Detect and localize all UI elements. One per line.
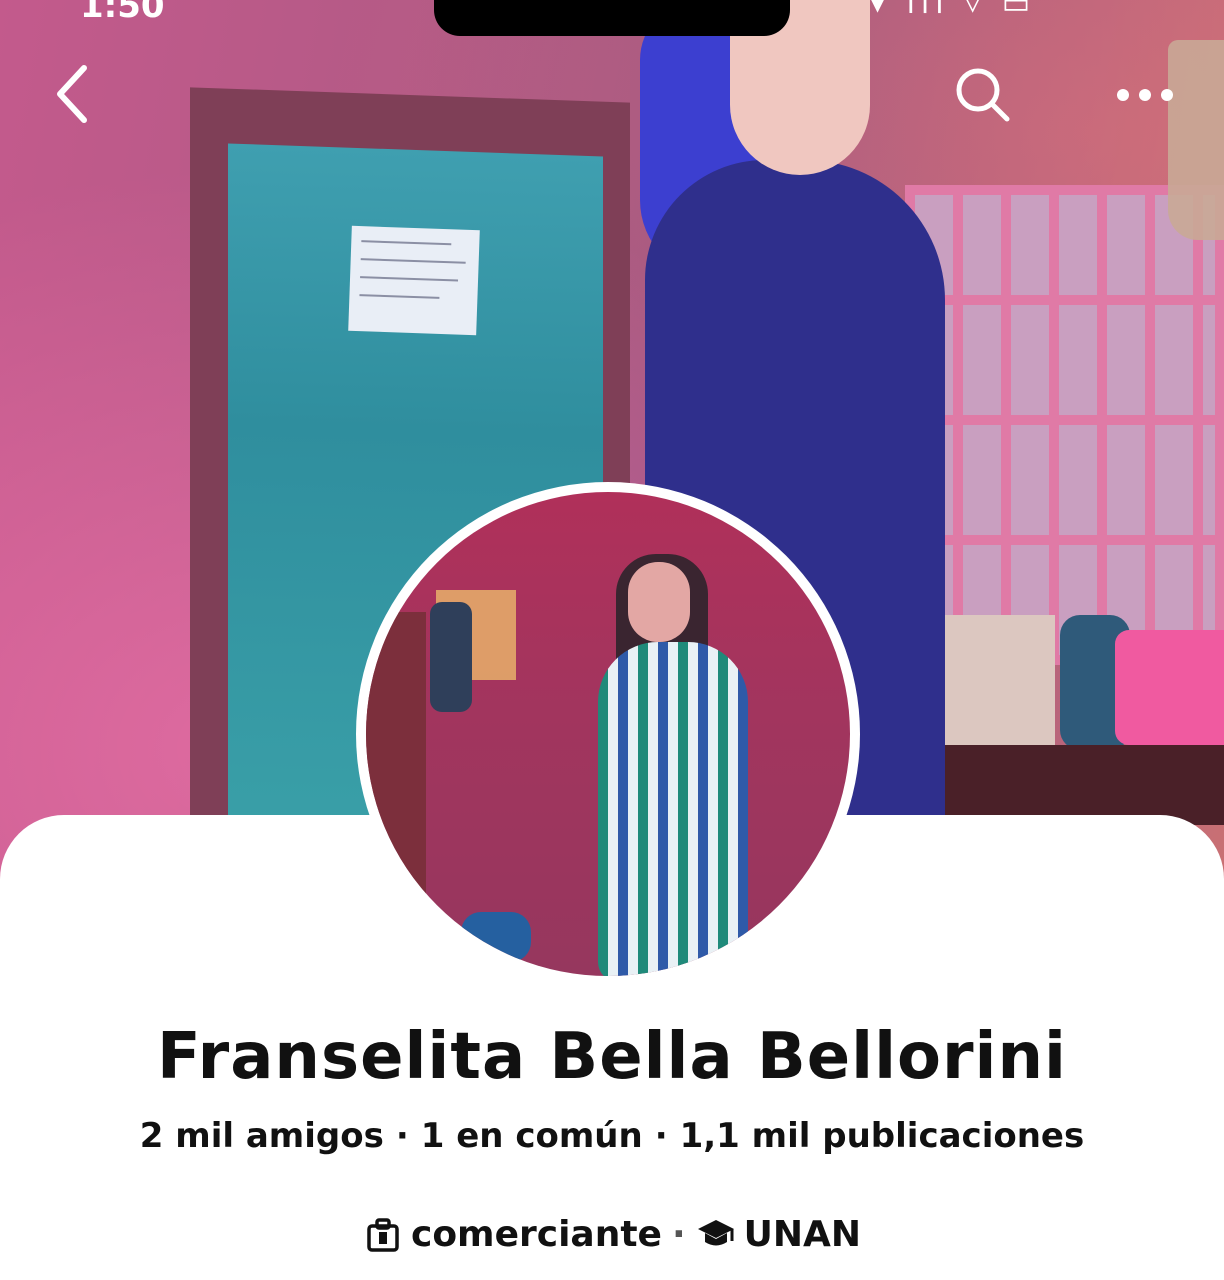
cover-door-note — [348, 225, 480, 336]
stats-separator: · — [654, 1116, 668, 1156]
profile-avatar[interactable] — [356, 482, 860, 986]
mutual-friends-link[interactable]: 1 en común — [421, 1116, 643, 1156]
more-options-button[interactable] — [1100, 60, 1190, 130]
stats-separator: · — [395, 1116, 409, 1156]
graduation-cap-icon — [696, 1215, 736, 1255]
back-button[interactable] — [40, 58, 104, 130]
work-detail[interactable]: comerciante — [363, 1214, 662, 1255]
status-indicators: ▾ ıll ▿ ▭ — [870, 0, 1037, 21]
education-detail[interactable]: UNAN — [696, 1214, 861, 1255]
details-separator: · — [671, 1214, 686, 1255]
profile-stats: 2 mil amigos · 1 en común · 1,1 mil publicac… — [0, 1116, 1224, 1156]
profile-details: comerciante · UNAN — [0, 1214, 1224, 1255]
search-button[interactable] — [945, 60, 1021, 130]
work-label: comerciante — [410, 1214, 662, 1255]
friends-count-link[interactable]: 2 mil amigos — [140, 1116, 384, 1156]
avatar-photo — [366, 492, 850, 976]
briefcase-icon — [363, 1215, 403, 1255]
cover-bucket — [1115, 630, 1224, 745]
education-label: UNAN — [743, 1214, 862, 1255]
search-icon — [956, 68, 1010, 122]
status-time: 1:50 — [80, 0, 165, 26]
chevron-left-icon — [57, 65, 87, 123]
more-horizontal-icon — [1117, 89, 1173, 101]
posts-count-link[interactable]: 1,1 mil publicaciones — [680, 1116, 1085, 1156]
camera-notch — [434, 0, 790, 36]
profile-name: Franselita Bella Bellorini — [157, 1020, 1067, 1094]
